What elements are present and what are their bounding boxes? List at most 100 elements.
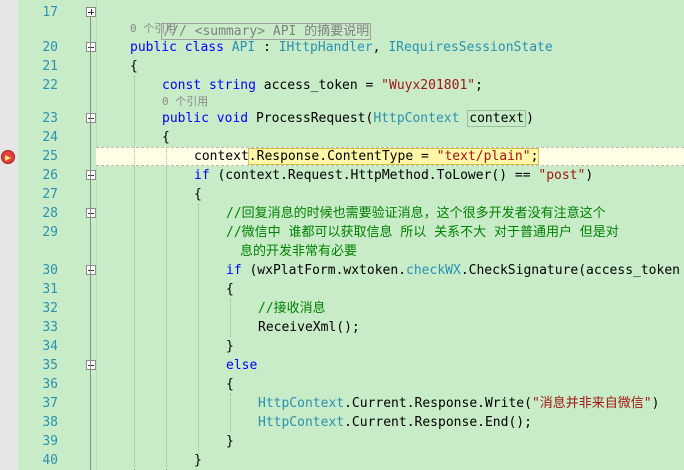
class-name: API: [231, 40, 256, 55]
collapse-toggle-icon[interactable]: [86, 208, 96, 218]
operator: =: [357, 78, 382, 93]
type-name: HttpContext: [258, 415, 345, 430]
line-number: 28: [42, 206, 58, 221]
line-number: 30: [42, 263, 58, 278]
line-number: 40: [42, 453, 58, 468]
code-line-22[interactable]: const string access_token = "Wuyx201801"…: [162, 76, 483, 95]
expression: (wxPlatForm.wxtoken.: [241, 263, 407, 278]
line-number: 20: [42, 40, 58, 55]
keyword: const: [162, 78, 202, 93]
keyword: string: [208, 78, 256, 93]
member-access: .Current.Response.Write(: [344, 396, 532, 411]
string-literal: "消息并非来自微信": [531, 396, 652, 411]
line-number: 17: [42, 5, 58, 20]
line-number: 36: [42, 377, 58, 392]
punctuation: ): [651, 396, 660, 411]
keyword: class: [184, 40, 224, 55]
indent-guide: [198, 204, 199, 454]
line-number: 25: [42, 149, 58, 164]
line-number: 21: [42, 59, 58, 74]
indent-guide: [230, 394, 231, 432]
code-line-34[interactable]: }: [226, 337, 234, 356]
code-line-23[interactable]: public void ProcessRequest(HttpContext c…: [162, 109, 534, 128]
line-number: 35: [42, 358, 58, 373]
fold-guide-line: [90, 16, 91, 470]
line-number: 27: [42, 187, 58, 202]
keyword: public: [162, 111, 209, 126]
keyword: void: [216, 111, 249, 126]
collapse-toggle-icon[interactable]: [86, 42, 96, 52]
string-literal: "text/plain": [436, 149, 531, 164]
type-name: HttpContext: [373, 111, 460, 126]
code-line-33[interactable]: ReceiveXml();: [258, 318, 360, 337]
method-name: ProcessRequest: [255, 111, 366, 126]
codelens-reference-count[interactable]: 0 个引用: [130, 22, 176, 36]
code-line-38[interactable]: HttpContext.Current.Response.End();: [258, 413, 532, 432]
punctuation: ): [526, 111, 534, 126]
code-line-30[interactable]: if (wxPlatForm.wxtoken.checkWX.CheckSign…: [226, 261, 680, 280]
code-line-37[interactable]: HttpContext.Current.Response.Write("消息并非…: [258, 394, 659, 413]
type-name: HttpContext: [258, 396, 345, 411]
punctuation: ,: [372, 40, 389, 55]
indent-guide: [230, 299, 231, 337]
code-line-32[interactable]: //接收消息: [258, 299, 326, 318]
code-line-24[interactable]: {: [162, 128, 170, 147]
code-line-36[interactable]: {: [226, 375, 234, 394]
string-literal: "Wuyx201801": [381, 78, 476, 93]
breakpoint-gutter[interactable]: [0, 0, 18, 470]
code-line-35[interactable]: else: [226, 356, 257, 375]
identifier: context: [194, 149, 249, 164]
breakpoint-arrow-icon: [1, 150, 15, 164]
line-number: 26: [42, 168, 58, 183]
line-number: 23: [42, 111, 58, 126]
expand-toggle-icon[interactable]: [86, 7, 96, 17]
code-line-20[interactable]: public class API : IHttpHandler, IRequir…: [130, 38, 553, 57]
collapse-toggle-icon[interactable]: [86, 265, 96, 275]
punctuation: ;: [530, 149, 539, 164]
line-number: 39: [42, 434, 58, 449]
punctuation: ;: [475, 78, 483, 93]
punctuation: ): [585, 168, 594, 183]
line-number: 22: [42, 78, 58, 93]
line-number: 33: [42, 320, 58, 335]
class-name: checkWX: [406, 263, 461, 278]
code-line-31[interactable]: {: [226, 280, 234, 299]
code-line-21[interactable]: {: [130, 57, 138, 76]
indent-guide: [166, 147, 167, 470]
expression: .CheckSignature(access_token: [460, 263, 680, 278]
keyword: if: [194, 168, 210, 183]
member-access: .Response.ContentType =: [248, 149, 437, 164]
fold-margin-separator: [96, 0, 97, 470]
codelens-reference-count[interactable]: 0 个引用: [162, 95, 208, 109]
interface-name: IRequiresSessionState: [388, 40, 553, 55]
collapse-toggle-icon[interactable]: [86, 113, 96, 123]
indent-guide: [134, 76, 135, 470]
code-line-28[interactable]: //回复消息的时候也需要验证消息，这个很多开发者没有注意这个: [226, 204, 606, 223]
line-number: 31: [42, 282, 58, 297]
line-number: 34: [42, 339, 58, 354]
code-line-40[interactable]: }: [194, 451, 202, 470]
parameter: context: [467, 110, 527, 127]
line-number: 24: [42, 130, 58, 145]
current-statement-highlight: .Response.ContentType = "text/plain";: [247, 148, 540, 165]
identifier: access_token: [263, 78, 358, 93]
string-literal: "post": [538, 168, 586, 183]
code-line-26[interactable]: if (context.Request.HttpMethod.ToLower()…: [194, 166, 593, 185]
code-line-29-wrap[interactable]: 息的开发非常有必要: [240, 242, 357, 261]
keyword: if: [226, 263, 242, 278]
collapse-toggle-icon[interactable]: [86, 170, 96, 180]
keyword: public: [130, 40, 177, 55]
line-number: 38: [42, 415, 58, 430]
line-number: 29: [42, 225, 58, 240]
member-access: .Current.Response.End();: [344, 415, 532, 430]
code-line-29[interactable]: //微信中 谁都可以获取信息 所以 关系不大 对于普通用户 但是对: [226, 223, 619, 242]
code-line-27[interactable]: {: [194, 185, 202, 204]
code-line-25[interactable]: context.Response.ContentType = "text/pla…: [194, 147, 540, 166]
punctuation: :: [255, 40, 279, 55]
collapse-toggle-icon[interactable]: [86, 360, 96, 370]
interface-name: IHttpHandler: [278, 40, 373, 55]
breakpoint-marker[interactable]: [0, 147, 18, 166]
line-number: 37: [42, 396, 58, 411]
line-number: 32: [42, 301, 58, 316]
code-line-39[interactable]: }: [226, 432, 234, 451]
